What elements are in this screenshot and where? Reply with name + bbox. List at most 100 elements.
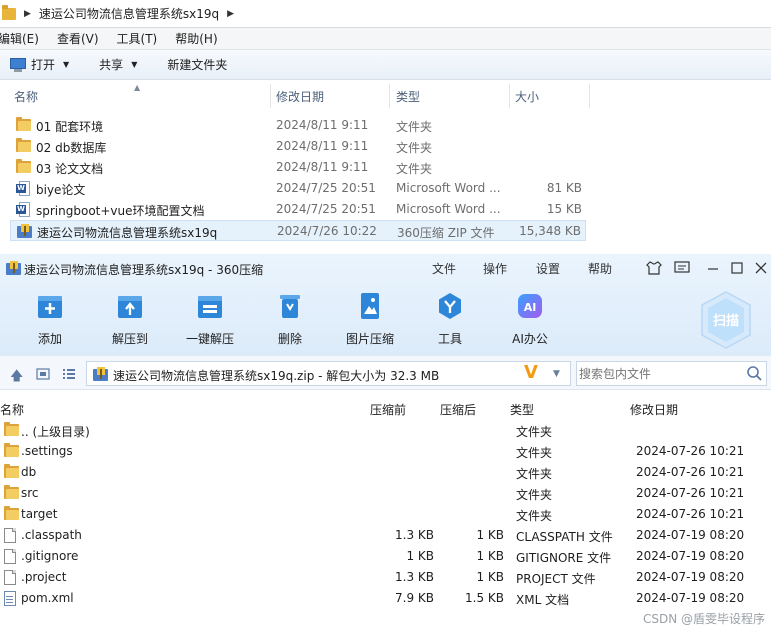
thumbnail-view-icon[interactable] [36,368,50,380]
entry-date: 2024-07-26 10:21 [636,486,745,500]
file-row[interactable]: W springboot+vue环境配置文档 2024/7/25 20:51 M… [10,199,586,220]
file-type: 文件夹 [396,141,433,155]
column-type[interactable]: 类型 [396,88,420,105]
folder-icon [4,443,19,457]
column-type[interactable]: 类型 [510,401,534,418]
extract-to-icon [118,296,142,318]
share-button[interactable]: 共享 ▼ [99,56,137,73]
explorer-address-bar[interactable]: ▶ 速运公司物流信息管理系统sx19q ▶ [0,0,771,28]
entry-name: src [21,486,39,500]
archive-path-text: 速运公司物流信息管理系统sx19q.zip - 解包大小为 32.3 MB [113,369,440,383]
folder-icon [16,159,31,173]
word-document-icon: W [16,202,30,217]
entry-name: db [21,465,37,479]
tools-button[interactable]: 工具 [410,288,490,354]
menu-file[interactable]: 文件 [432,260,456,277]
archive-path-field[interactable]: 速运公司物流信息管理系统sx19q.zip - 解包大小为 32.3 MB V … [86,361,571,386]
entry-row[interactable]: src 文件夹 2024-07-26 10:21 [0,483,771,504]
column-date[interactable]: 修改日期 [630,401,678,418]
tools-hexagon-icon [439,293,461,319]
entry-row[interactable]: .settings 文件夹 2024-07-26 10:21 [0,441,771,462]
zip-path-bar: 🡅 速运公司物流信息管理系统sx19q.zip - 解包大小为 32.3 MB … [0,356,771,390]
file-type: Microsoft Word ... [396,181,501,195]
zip-header-area: 速运公司物流信息管理系统sx19q - 360压缩 文件 操作 设置 帮助 添加… [0,254,771,356]
new-folder-button[interactable]: 新建文件夹 [167,56,227,73]
feedback-icon[interactable] [674,261,690,275]
folder-icon [4,464,19,478]
file-row[interactable]: 03 论文文档 2024/8/11 9:11 文件夹 [10,157,586,178]
search-input[interactable] [579,365,739,382]
entry-size-before: 1.3 KB [395,570,434,584]
menu-tools[interactable]: 工具(T) [117,30,166,47]
file-size: 15 KB [546,202,582,216]
file-date: 2024/7/25 20:51 [276,202,376,216]
zip-column-header: 名称 压缩前 压缩后 类型 修改日期 [0,399,771,419]
menu-settings[interactable]: 设置 [536,260,560,277]
ai-office-icon: AI [518,294,542,318]
minimize-icon[interactable] [706,261,720,275]
entry-type: 文件夹 [516,509,553,523]
column-divider[interactable] [270,84,271,108]
file-type: Microsoft Word ... [396,202,501,216]
delete-button[interactable]: 删除 [250,288,330,354]
column-date[interactable]: 修改日期 [276,88,324,105]
entry-row[interactable]: db 文件夹 2024-07-26 10:21 [0,462,771,483]
dropdown-arrow-icon[interactable]: ▼ [553,369,560,379]
file-row[interactable]: W biye论文 2024/7/25 20:51 Microsoft Word … [10,178,586,199]
menu-view[interactable]: 查看(V) [57,30,107,47]
entry-date: 2024-07-19 08:20 [636,528,745,542]
menu-help[interactable]: 帮助(H) [175,30,225,47]
menu-edit[interactable]: 编辑(E) [0,30,47,47]
recycle-bin-icon [280,295,300,318]
entry-row[interactable]: target 文件夹 2024-07-26 10:21 [0,504,771,525]
open-button[interactable]: 打开 ▼ [10,56,69,73]
maximize-icon[interactable] [730,261,744,275]
search-box[interactable] [576,361,767,386]
file-name: 速运公司物流信息管理系统sx19q [37,226,218,240]
column-divider[interactable] [509,84,510,108]
watermark-text: CSDN @盾雯毕设程序 [642,612,765,626]
entry-row[interactable]: .gitignore 1 KB 1 KB GITIGNORE 文件 2024-0… [0,546,771,567]
extract-to-button[interactable]: 解压到 [90,288,170,354]
zip-toolbar: 添加 解压到 一键解压 删除 图片压缩 工具 AI AI办公 扫描 [0,288,771,354]
ai-office-button[interactable]: AI AI办公 [490,288,570,354]
column-divider[interactable] [589,84,590,108]
explorer-toolbar: 打开 ▼ 共享 ▼ 新建文件夹 [0,50,771,80]
column-compressed[interactable]: 压缩前 [370,401,406,418]
one-click-extract-button[interactable]: 一键解压 [170,288,250,354]
menu-operate[interactable]: 操作 [483,260,507,277]
extract-to-label: 解压到 [111,332,148,346]
entry-name: .project [21,570,67,584]
entry-row[interactable]: pom.xml 7.9 KB 1.5 KB XML 文档 2024-07-19 … [0,588,771,609]
column-size[interactable]: 大小 [515,88,539,105]
scan-button[interactable]: 扫描 [700,290,752,350]
add-button[interactable]: 添加 [10,288,90,354]
file-row-selected[interactable]: 速运公司物流信息管理系统sx19q 2024/7/26 10:22 360压缩 … [10,220,586,241]
search-icon[interactable] [746,365,762,381]
image-compress-button[interactable]: 图片压缩 [330,288,410,354]
column-uncompressed[interactable]: 压缩后 [440,401,476,418]
menu-help[interactable]: 帮助 [588,260,612,277]
zip-archive-icon [17,224,33,238]
folder-icon [16,138,31,152]
column-name[interactable]: 名称 [14,88,38,105]
column-divider[interactable] [389,84,390,108]
list-view-icon[interactable] [62,368,76,380]
entry-name: .settings [21,444,73,458]
close-icon[interactable] [754,261,768,275]
entry-type: PROJECT 文件 [516,572,596,586]
file-row[interactable]: 01 配套环境 2024/8/11 9:11 文件夹 [10,115,586,136]
entry-row[interactable]: .project 1.3 KB 1 KB PROJECT 文件 2024-07-… [0,567,771,588]
chevron-right-icon[interactable]: ▶ [227,9,234,19]
column-name[interactable]: 名称 [0,401,24,418]
file-row[interactable]: 02 db数据库 2024/8/11 9:11 文件夹 [10,136,586,157]
image-compress-label: 图片压缩 [345,332,394,346]
up-arrow-icon[interactable]: 🡅 [10,367,23,389]
word-document-icon: W [16,181,30,196]
chevron-right-icon[interactable]: ▶ [24,9,31,19]
entry-row[interactable]: .classpath 1.3 KB 1 KB CLASSPATH 文件 2024… [0,525,771,546]
skin-icon[interactable] [646,261,662,275]
address-path-segment[interactable]: 速运公司物流信息管理系统sx19q [39,5,219,22]
zip-app-icon [6,261,22,275]
entry-row[interactable]: .. (上级目录) 文件夹 [0,420,771,441]
